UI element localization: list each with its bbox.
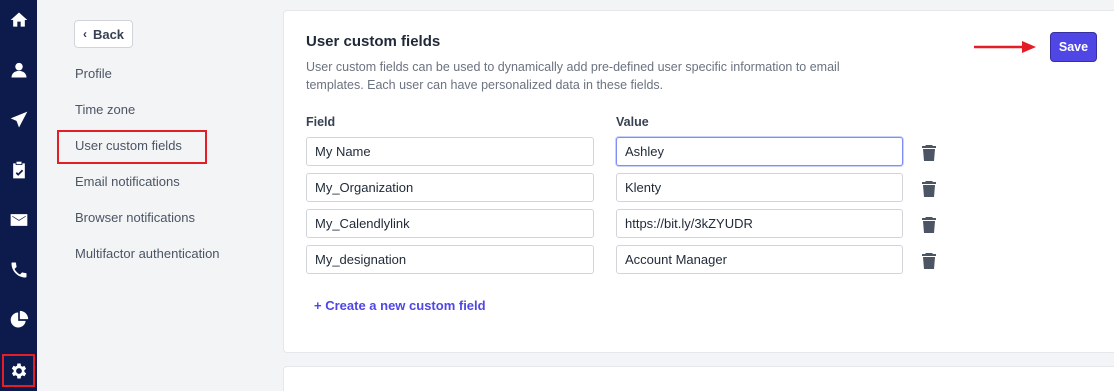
user-custom-fields-card: User custom fields User custom fields ca… bbox=[283, 10, 1114, 353]
save-button[interactable]: Save bbox=[1050, 32, 1097, 62]
trash-icon[interactable] bbox=[922, 253, 936, 269]
trash-icon[interactable] bbox=[922, 217, 936, 233]
page-description: User custom fields can be used to dynami… bbox=[306, 60, 840, 92]
field-name-input[interactable]: My_Organization bbox=[306, 173, 594, 202]
subnav-item-user-custom-fields[interactable]: User custom fields bbox=[75, 138, 182, 153]
secondary-card bbox=[283, 366, 1114, 391]
gear-icon[interactable] bbox=[2, 354, 35, 387]
field-value-input[interactable]: https://bit.ly/3kZYUDR bbox=[616, 209, 903, 238]
icon-rail bbox=[0, 0, 37, 391]
settings-subnav: ‹ Back Profile Time zone User custom fie… bbox=[37, 0, 283, 391]
back-button[interactable]: ‹ Back bbox=[74, 20, 133, 48]
home-icon[interactable] bbox=[0, 2, 37, 38]
subnav-item-email-notifications[interactable]: Email notifications bbox=[75, 174, 180, 189]
create-custom-field-link[interactable]: + Create a new custom field bbox=[314, 298, 486, 313]
user-icon[interactable] bbox=[0, 52, 37, 88]
subnav-item-time-zone[interactable]: Time zone bbox=[75, 102, 135, 117]
field-value-input[interactable]: Klenty bbox=[616, 173, 903, 202]
field-value-input[interactable]: Account Manager bbox=[616, 245, 903, 274]
clipboard-check-icon[interactable] bbox=[0, 152, 37, 188]
subnav-item-multifactor-authentication[interactable]: Multifactor authentication bbox=[75, 246, 220, 261]
pie-chart-icon[interactable] bbox=[0, 302, 37, 338]
field-name-input[interactable]: My_designation bbox=[306, 245, 594, 274]
mail-icon[interactable] bbox=[0, 202, 37, 238]
value-column-header: Value bbox=[616, 115, 649, 129]
field-column-header: Field bbox=[306, 115, 336, 129]
phone-icon[interactable] bbox=[0, 252, 37, 288]
trash-icon[interactable] bbox=[922, 145, 936, 161]
send-icon[interactable] bbox=[0, 102, 37, 138]
page-title: User custom fields bbox=[306, 33, 441, 50]
arrow-right-icon bbox=[974, 41, 1036, 53]
subnav-item-profile[interactable]: Profile bbox=[75, 66, 112, 81]
field-name-input[interactable]: My Name bbox=[306, 137, 594, 166]
subnav-item-browser-notifications[interactable]: Browser notifications bbox=[75, 210, 195, 225]
field-value-input[interactable]: Ashley bbox=[616, 137, 903, 166]
chevron-left-icon: ‹ bbox=[82, 27, 87, 41]
trash-icon[interactable] bbox=[922, 181, 936, 197]
back-label: Back bbox=[92, 26, 125, 42]
field-name-input[interactable]: My_Calendlylink bbox=[306, 209, 594, 238]
